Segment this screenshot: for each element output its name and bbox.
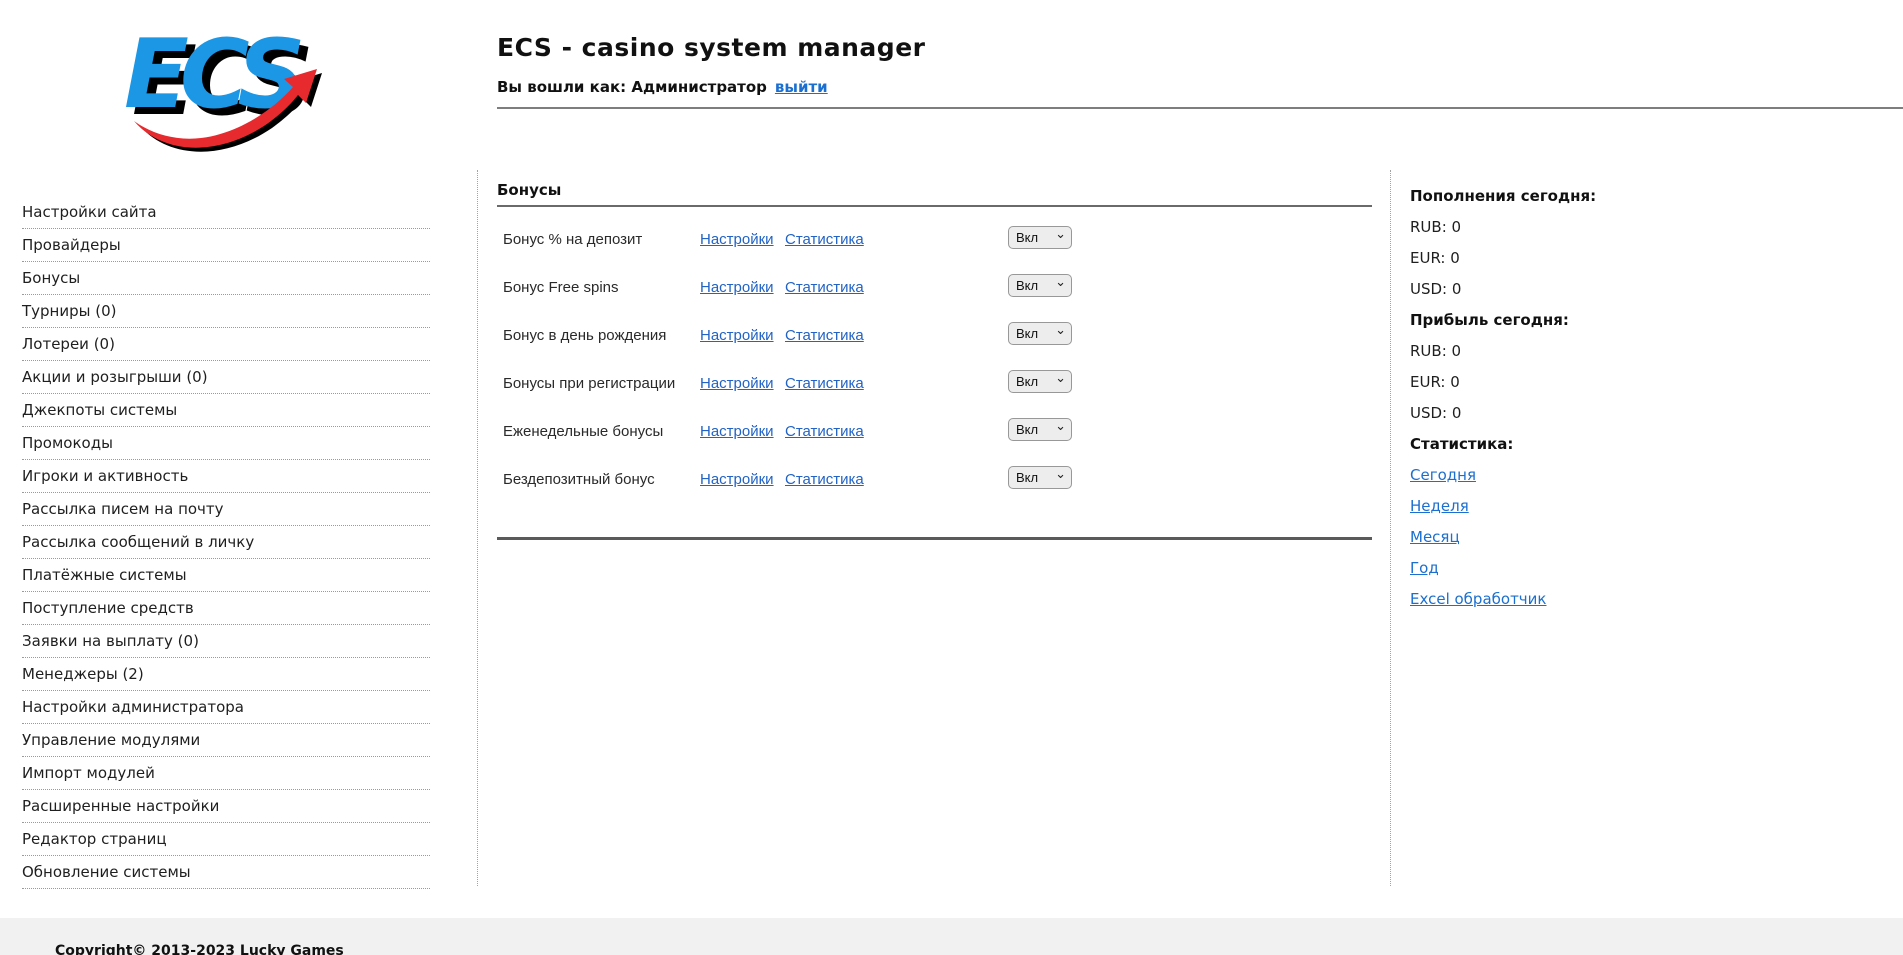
sidebar-item-players[interactable]: Игроки и активность	[22, 460, 430, 493]
sidebar-item-lotteries[interactable]: Лотереи (0)	[22, 328, 430, 361]
sidebar-item-promocodes[interactable]: Промокоды	[22, 427, 430, 460]
deposits-eur: EUR: 0	[1410, 249, 1710, 280]
profit-eur: EUR: 0	[1410, 373, 1710, 404]
header-divider	[497, 107, 1903, 109]
sidebar-item-admin-settings[interactable]: Настройки администратора	[22, 691, 430, 724]
sidebar-item-module-management[interactable]: Управление модулями	[22, 724, 430, 757]
bonus-state-select[interactable]: Вкл	[1008, 466, 1072, 489]
statistics-heading: Статистика:	[1410, 435, 1710, 466]
settings-link[interactable]: Настройки	[700, 327, 774, 344]
bonus-state-select[interactable]: Вкл	[1008, 226, 1072, 249]
settings-link[interactable]: Настройки	[700, 471, 774, 488]
sidebar-item-managers[interactable]: Менеджеры (2)	[22, 658, 430, 691]
bonuses-divider-top	[497, 205, 1372, 207]
statistics-link[interactable]: Статистика	[785, 423, 864, 440]
profit-rub: RUB: 0	[1410, 342, 1710, 373]
footer: Copyright© 2013-2023 Lucky Games	[0, 918, 1903, 955]
left-column-separator	[477, 170, 478, 886]
bonus-label: Бонус % на депозит	[503, 231, 642, 248]
login-status: Вы вошли как: Администратор выйти	[497, 78, 828, 96]
bonus-state-select[interactable]: Вкл	[1008, 370, 1072, 393]
bonuses-divider-bottom	[497, 537, 1372, 540]
statistics-link[interactable]: Статистика	[785, 471, 864, 488]
bonus-label: Бонусы при регистрации	[503, 375, 675, 392]
settings-link[interactable]: Настройки	[700, 423, 774, 440]
sidebar-item-tournaments[interactable]: Турниры (0)	[22, 295, 430, 328]
stats-link-excel[interactable]: Excel обработчик	[1410, 590, 1546, 608]
sidebar-item-module-import[interactable]: Импорт модулей	[22, 757, 430, 790]
copyright-text: Copyright© 2013-2023 Lucky Games	[55, 943, 344, 955]
bonus-row-weekly: Еженедельные бонусы Настройки Статистика…	[497, 420, 1372, 444]
deposits-today-heading: Пополнения сегодня:	[1410, 187, 1710, 218]
sidebar-item-page-editor[interactable]: Редактор страниц	[22, 823, 430, 856]
stats-link-week[interactable]: Неделя	[1410, 497, 1469, 515]
page: ECS ECS ECS - casino system manager Вы в…	[0, 0, 1903, 955]
bonus-row-registration: Бонусы при регистрации Настройки Статист…	[497, 372, 1372, 396]
stats-link-today[interactable]: Сегодня	[1410, 466, 1476, 484]
bonus-row-birthday: Бонус в день рождения Настройки Статисти…	[497, 324, 1372, 348]
sidebar-item-system-update[interactable]: Обновление системы	[22, 856, 430, 889]
stats-link-month[interactable]: Месяц	[1410, 528, 1460, 546]
stats-link-year[interactable]: Год	[1410, 559, 1439, 577]
bonus-label: Бонус Free spins	[503, 279, 619, 296]
stats-panel: Пополнения сегодня: RUB: 0 EUR: 0 USD: 0…	[1410, 187, 1710, 621]
bonus-state-select[interactable]: Вкл	[1008, 322, 1072, 345]
bonus-label: Бездепозитный бонус	[503, 471, 655, 488]
sidebar-item-payout-requests[interactable]: Заявки на выплату (0)	[22, 625, 430, 658]
deposits-usd: USD: 0	[1410, 280, 1710, 311]
deposits-rub: RUB: 0	[1410, 218, 1710, 249]
sidebar-item-jackpots[interactable]: Джекпоты системы	[22, 394, 430, 427]
bonus-label: Еженедельные бонусы	[503, 423, 663, 440]
logout-link[interactable]: выйти	[775, 78, 828, 96]
sidebar-item-pm-mailing[interactable]: Рассылка сообщений в личку	[22, 526, 430, 559]
login-status-text: Вы вошли как: Администратор	[497, 78, 767, 96]
right-column-separator	[1390, 170, 1391, 886]
statistics-link[interactable]: Статистика	[785, 279, 864, 296]
sidebar-item-advanced-settings[interactable]: Расширенные настройки	[22, 790, 430, 823]
bonus-row-free-spins: Бонус Free spins Настройки Статистика Вк…	[497, 276, 1372, 300]
bonus-row-deposit-percent: Бонус % на депозит Настройки Статистика …	[497, 228, 1372, 252]
sidebar-item-email-mailing[interactable]: Рассылка писем на почту	[22, 493, 430, 526]
bonus-row-no-deposit: Бездепозитный бонус Настройки Статистика…	[497, 468, 1372, 492]
bonus-state-select[interactable]: Вкл	[1008, 274, 1072, 297]
bonus-label: Бонус в день рождения	[503, 327, 666, 344]
sidebar-nav: Настройки сайта Провайдеры Бонусы Турнир…	[22, 196, 430, 889]
sidebar-item-payment-systems[interactable]: Платёжные системы	[22, 559, 430, 592]
sidebar-item-promotions[interactable]: Акции и розыгрыши (0)	[22, 361, 430, 394]
bonus-state-select[interactable]: Вкл	[1008, 418, 1072, 441]
sidebar-item-site-settings[interactable]: Настройки сайта	[22, 196, 430, 229]
sidebar-item-incoming-funds[interactable]: Поступление средств	[22, 592, 430, 625]
bonuses-heading: Бонусы	[497, 181, 561, 199]
settings-link[interactable]: Настройки	[700, 279, 774, 296]
statistics-link[interactable]: Статистика	[785, 375, 864, 392]
statistics-link[interactable]: Статистика	[785, 327, 864, 344]
sidebar-item-providers[interactable]: Провайдеры	[22, 229, 430, 262]
profit-usd: USD: 0	[1410, 404, 1710, 435]
ecs-logo[interactable]: ECS ECS	[118, 12, 336, 154]
profit-today-heading: Прибыль сегодня:	[1410, 311, 1710, 342]
statistics-link[interactable]: Статистика	[785, 231, 864, 248]
sidebar-item-bonuses[interactable]: Бонусы	[22, 262, 430, 295]
page-title: ECS - casino system manager	[497, 33, 925, 62]
settings-link[interactable]: Настройки	[700, 231, 774, 248]
settings-link[interactable]: Настройки	[700, 375, 774, 392]
